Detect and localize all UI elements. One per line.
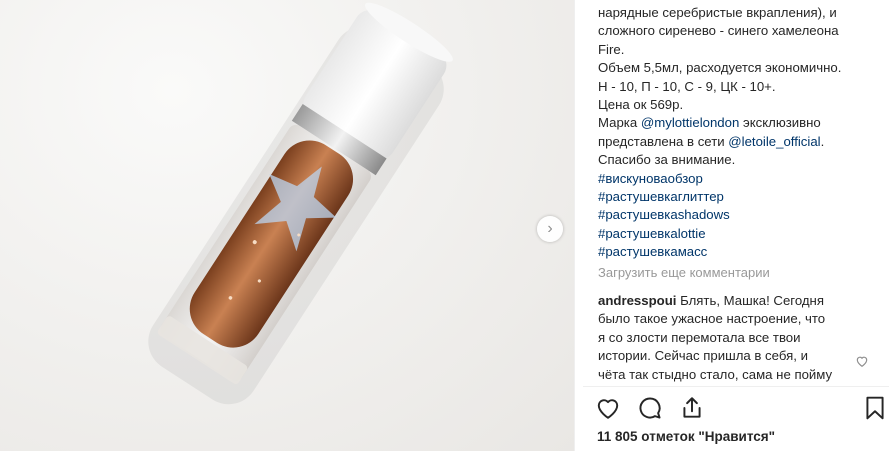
comment-first-line: andresspoui Блять, Машка! Сегодня [598, 292, 848, 310]
comment-username-link[interactable]: andresspoui [598, 293, 676, 308]
post-caption: нарядные серебристые вкрапления), и слож… [598, 4, 868, 262]
lip-gloss-image [148, 2, 453, 405]
caption-text: эксклюзивно [739, 115, 821, 131]
post-photo: › [0, 0, 574, 451]
caption-line: Fire. [598, 41, 625, 57]
comment: andresspoui Блять, Машка! Сегодня было т… [598, 292, 848, 384]
comment-line: истории. Сейчас пришла в себя, и [598, 348, 808, 364]
comment-bubble-icon[interactable] [637, 395, 663, 421]
comment-text: Блять, Машка! Сегодня [676, 293, 824, 308]
hashtag-link[interactable]: #растушевкаshadows [598, 206, 868, 224]
caption-line: Н - 10, П - 10, С - 9, ЦК - 10+. [598, 78, 776, 94]
caption-line: сложного сиренево - синего хамелеона [598, 23, 839, 39]
hashtag-link[interactable]: #вискуноваобзор [598, 170, 868, 188]
caption-text: представлена в сети [598, 133, 729, 149]
comment-like-heart-icon[interactable] [855, 354, 869, 368]
comment-line: я со злости перемотала все твои [598, 329, 801, 345]
hashtag-link[interactable]: #растушевкамасс [598, 243, 868, 261]
chevron-right-icon: › [547, 220, 553, 237]
comment-line: было такое ужасное настроение, что [598, 311, 826, 327]
hashtag-link[interactable]: #растушевкаlottie [598, 225, 868, 243]
caption-line: представлена в сети @letoile_official. [598, 133, 868, 151]
network-mention-link[interactable]: @letoile_official [728, 134, 820, 149]
caption-line: Цена ок 569р. [598, 97, 684, 113]
bookmark-icon[interactable] [862, 395, 888, 421]
caption-text: Марка [598, 115, 641, 131]
post-side-panel: нарядные серебристые вкрапления), и слож… [574, 0, 889, 451]
caption-text: . [820, 133, 825, 149]
comment-line: чёта так стыдно стало, сама не пойму [598, 366, 833, 382]
hashtag-link[interactable]: #растушевкаглиттер [598, 188, 868, 206]
divider [583, 386, 889, 387]
share-icon[interactable] [679, 395, 705, 421]
load-more-comments-button[interactable]: Загрузить еще комментарии [598, 265, 770, 280]
brand-mention-link[interactable]: @mylottielondon [641, 115, 739, 130]
heart-icon[interactable] [595, 395, 621, 421]
action-bar [595, 395, 889, 421]
caption-line: нарядные серебристые вкрапления), и [598, 5, 837, 20]
carousel-next-button[interactable]: › [537, 216, 563, 242]
likes-count[interactable]: 11 805 отметок "Нравится" [597, 429, 775, 444]
caption-line: Объем 5,5мл, расходуется экономично. [598, 60, 842, 76]
caption-line: Спасибо за внимание. [598, 152, 736, 168]
caption-line: Марка @mylottielondon эксклюзивно [598, 114, 868, 132]
